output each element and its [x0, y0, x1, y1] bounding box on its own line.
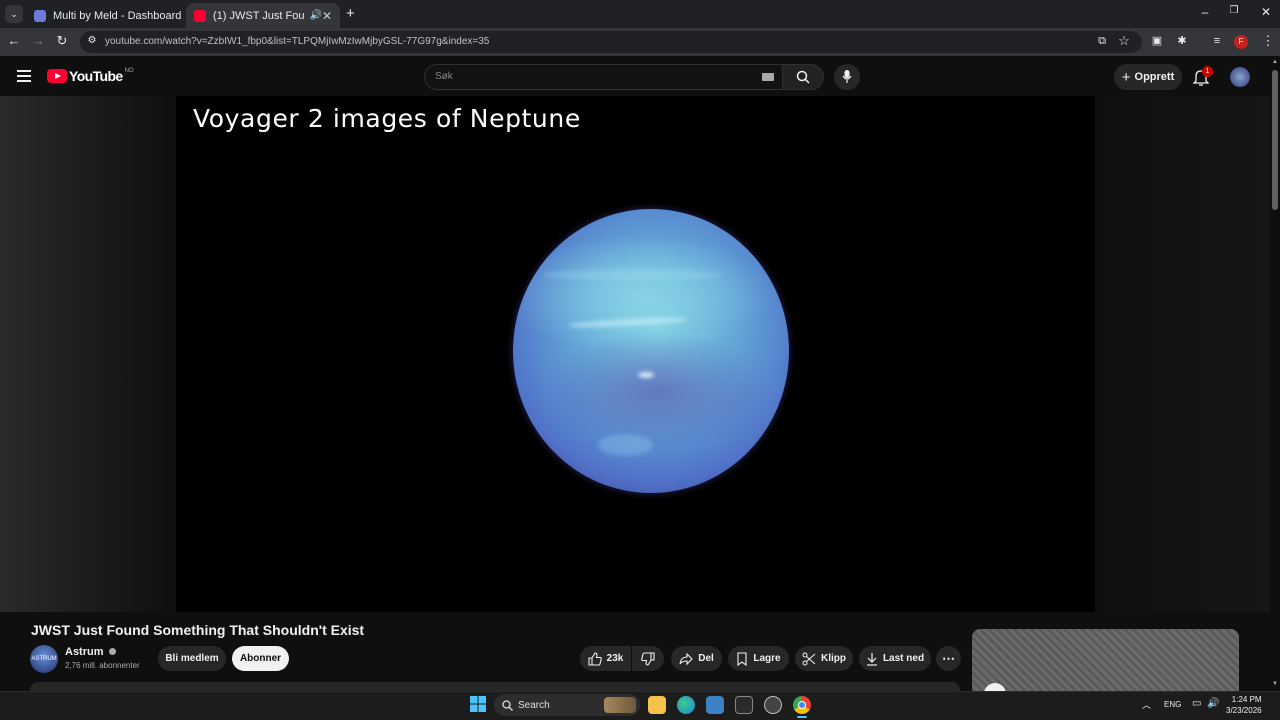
extension-icon[interactable]: ▣: [1149, 33, 1165, 49]
download-label: Last ned: [882, 653, 925, 664]
search-input[interactable]: Søk: [424, 64, 783, 90]
bookmark-icon: [737, 651, 747, 666]
browser-tab-strip: ⌄ Multi by Meld - Dashboard. ✕ (1) JWST …: [0, 0, 1280, 28]
forward-icon[interactable]: →: [30, 33, 46, 49]
notification-badge: 1: [1202, 66, 1213, 77]
taskbar-search[interactable]: Search: [494, 694, 640, 716]
like-button[interactable]: 23k: [580, 646, 631, 671]
bookmark-star-icon[interactable]: ☆: [1116, 33, 1132, 49]
share-label: Del: [698, 653, 714, 664]
avatar-label: ASTRUM: [31, 656, 57, 662]
neptune-image: [513, 209, 789, 493]
save-button[interactable]: Lagre: [728, 646, 789, 671]
scissors-icon: [802, 652, 816, 665]
snipping-app-icon[interactable]: [764, 696, 782, 714]
like-count: 23k: [606, 653, 624, 664]
download-button[interactable]: Last ned: [859, 646, 931, 671]
create-button[interactable]: + Opprett: [1114, 64, 1182, 90]
tab-search-button[interactable]: ⌄: [5, 5, 23, 23]
channel-avatar[interactable]: ASTRUM: [30, 645, 58, 673]
taskbar-search-label: Search: [518, 699, 550, 711]
keyboard-icon[interactable]: [762, 73, 774, 81]
thumbs-up-icon: [588, 651, 602, 666]
close-icon[interactable]: ✕: [322, 9, 332, 23]
search-highlight-icon: [604, 697, 636, 713]
thumbs-down-icon: [641, 651, 655, 666]
verified-icon: [108, 648, 116, 655]
join-button[interactable]: Bli medlem: [158, 646, 226, 671]
microphone-icon: [842, 70, 852, 83]
channel-name-text: Astrum: [65, 646, 104, 658]
tab-multi-by-meld[interactable]: Multi by Meld - Dashboard. ✕: [26, 3, 182, 28]
clock-date: 3/23/2026: [1226, 706, 1262, 715]
voice-search-button[interactable]: [834, 64, 860, 90]
video-title: JWST Just Found Something That Shouldn't…: [31, 622, 365, 638]
kebab-menu-icon[interactable]: ⋮: [1260, 33, 1276, 49]
volume-icon[interactable]: 🔊: [1207, 698, 1219, 709]
speaker-icon[interactable]: 🔊: [309, 10, 321, 21]
app-window-icon[interactable]: [706, 696, 724, 714]
region-code: NO: [124, 68, 134, 74]
more-actions-button[interactable]: ⋯: [936, 646, 961, 671]
sidebar-panel[interactable]: [972, 629, 1239, 705]
video-player[interactable]: Voyager 2 images of Neptune: [176, 96, 1095, 612]
scroll-up-arrow[interactable]: ▲: [1272, 59, 1278, 65]
windows-start-icon[interactable]: [470, 696, 486, 712]
system-clock[interactable]: 1:24 PM 3/23/2026: [1226, 694, 1262, 716]
video-overlay-title: Voyager 2 images of Neptune: [193, 104, 581, 133]
window-close-icon[interactable]: ✕: [1257, 5, 1275, 19]
subscriber-count: 2,76 mill. abonnenter: [65, 661, 140, 670]
clip-button[interactable]: Klipp: [795, 646, 853, 671]
site-info-icon[interactable]: ⚙: [84, 33, 100, 49]
back-icon[interactable]: ←: [6, 33, 22, 49]
share-icon: [679, 652, 693, 665]
search-icon: [502, 700, 513, 711]
chrome-browser-icon[interactable]: [793, 696, 811, 714]
restore-icon[interactable]: ❐: [1225, 5, 1243, 16]
new-tab-button[interactable]: +: [346, 5, 355, 22]
tray-overflow-icon[interactable]: ︿: [1142, 698, 1151, 711]
language-indicator[interactable]: ENG: [1164, 700, 1181, 709]
subscribe-button[interactable]: Abonner: [232, 646, 289, 671]
scrollbar-thumb[interactable]: [1272, 70, 1278, 210]
clip-label: Klipp: [821, 653, 846, 664]
edge-browser-icon[interactable]: [677, 696, 695, 714]
dislike-button[interactable]: [632, 646, 664, 671]
hamburger-menu-icon[interactable]: [17, 70, 31, 82]
search-icon: [796, 70, 810, 84]
meld-favicon-icon: [34, 9, 46, 22]
youtube-play-icon: [47, 69, 67, 83]
scroll-down-arrow[interactable]: ▼: [1272, 681, 1278, 687]
share-button[interactable]: Del: [671, 646, 722, 671]
tab-label: (1) JWST Just Found Someth: [213, 9, 305, 22]
account-avatar[interactable]: [1230, 67, 1250, 87]
search-button[interactable]: [782, 64, 824, 90]
clock-time: 1:24 PM: [1231, 695, 1262, 704]
network-icon[interactable]: ▭: [1192, 698, 1201, 709]
notifications-button[interactable]: 1: [1193, 66, 1213, 86]
active-app-indicator: [797, 716, 807, 718]
extensions-puzzle-icon[interactable]: ✱: [1174, 33, 1190, 49]
download-icon: [866, 652, 877, 666]
media-icon[interactable]: ≡: [1209, 33, 1225, 49]
youtube-logo[interactable]: YouTube NO: [47, 68, 134, 84]
create-label: Opprett: [1134, 71, 1175, 83]
url-text[interactable]: youtube.com/watch?v=ZzbIW1_fbp0&list=TLP…: [105, 36, 489, 47]
telescope-app-icon[interactable]: [735, 696, 753, 714]
reload-icon[interactable]: ↻: [54, 33, 70, 49]
file-explorer-icon[interactable]: [648, 696, 666, 714]
minimize-icon[interactable]: –: [1196, 5, 1214, 19]
description-box-edge[interactable]: [30, 682, 960, 691]
youtube-favicon-icon: [194, 9, 206, 22]
plus-icon: +: [1121, 68, 1131, 86]
tab-youtube-active[interactable]: (1) JWST Just Found Someth 🔊 ✕: [186, 3, 340, 28]
profile-avatar[interactable]: F: [1234, 35, 1248, 49]
youtube-wordmark: YouTube: [69, 68, 123, 84]
tab-label: Multi by Meld - Dashboard.: [53, 9, 182, 22]
install-app-icon[interactable]: ⧉: [1094, 33, 1110, 49]
windows-taskbar: [0, 691, 1280, 720]
save-label: Lagre: [753, 653, 781, 664]
channel-name[interactable]: Astrum: [65, 646, 116, 658]
search-placeholder: Søk: [435, 71, 453, 82]
